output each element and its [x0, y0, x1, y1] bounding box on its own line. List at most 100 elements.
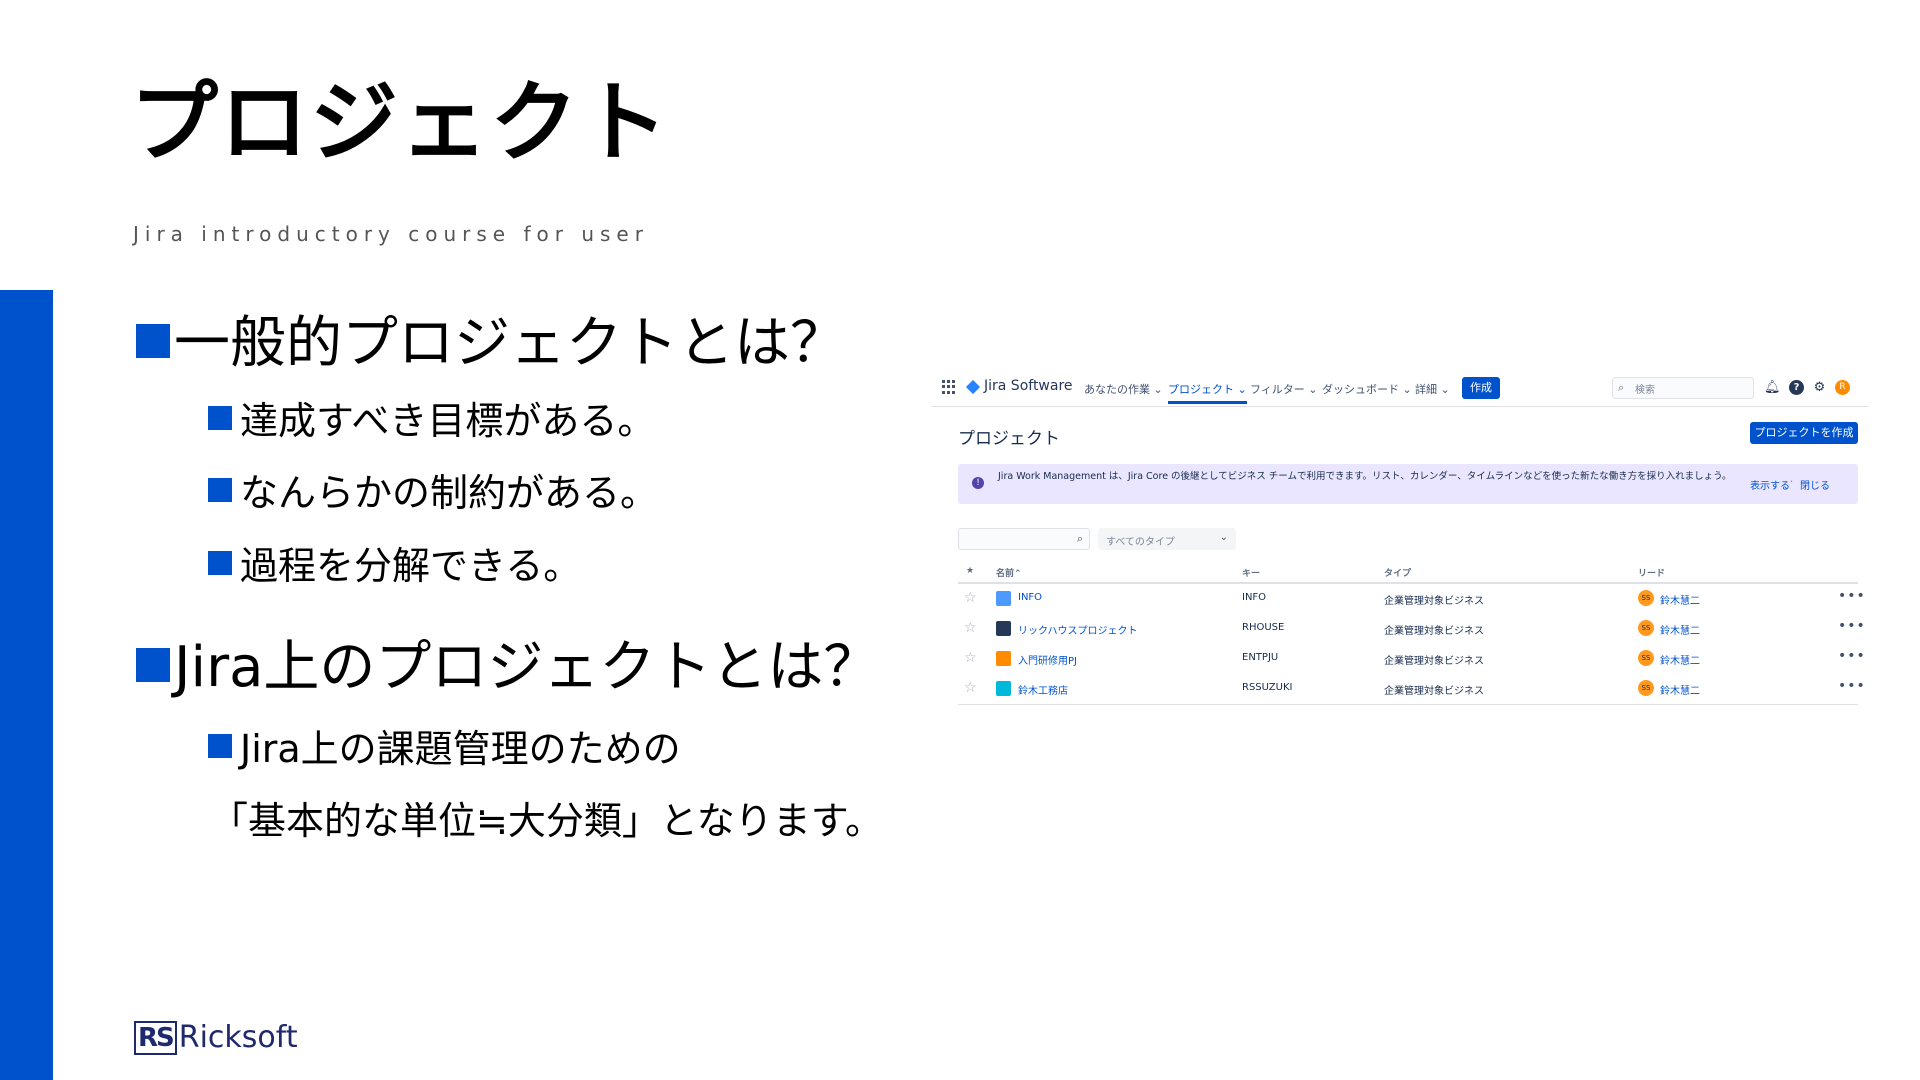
project-lead-link[interactable]: 鈴木慧二	[1660, 682, 1700, 697]
bullet-text: 過程を分解できる。	[240, 544, 582, 588]
notification-icon[interactable]: 🔔︎	[1764, 380, 1781, 395]
bullet-goal: 達成すべき目標がある。	[208, 390, 655, 445]
bullet-text: 一般的プロジェクトとは？	[174, 311, 846, 376]
more-actions-icon[interactable]: •••	[1838, 588, 1866, 604]
star-column-icon: ★	[966, 566, 975, 576]
project-type: 企業管理対象ビジネス	[1384, 596, 1484, 607]
project-name-link[interactable]: INFO	[1018, 592, 1042, 603]
jira-top-nav: Jira Software あなたの作業 ⌄ プロジェクト ⌄ フィルター ⌄ …	[932, 372, 1868, 407]
project-type: 企業管理対象ビジネス	[1384, 686, 1484, 697]
banner-text: Jira Work Management は、Jira Core の後継としてビ…	[998, 471, 1732, 482]
project-search-input[interactable]: ⌕	[958, 528, 1090, 550]
bullet-square-icon	[208, 733, 232, 758]
logo-mark: RS	[134, 1020, 177, 1055]
column-key[interactable]: キー	[1242, 566, 1260, 579]
nav-label: フィルター	[1250, 383, 1305, 396]
star-icon[interactable]: ☆	[964, 650, 977, 666]
info-banner: ! Jira Work Management は、Jira Core の後継とし…	[958, 464, 1858, 504]
project-avatar-icon	[996, 591, 1011, 606]
column-lead[interactable]: リード	[1638, 566, 1665, 579]
column-type[interactable]: タイプ	[1384, 566, 1411, 579]
nav-label: ダッシュボード	[1322, 383, 1399, 396]
project-key: RHOUSE	[1242, 622, 1285, 633]
chevron-down-icon: ⌄	[1308, 383, 1318, 396]
search-icon: ⌕	[1076, 532, 1083, 545]
column-name[interactable]: 名前⌃	[996, 566, 1022, 579]
more-actions-icon[interactable]: •••	[1838, 678, 1866, 694]
search-input[interactable]: ⌕ 検索	[1612, 377, 1754, 399]
jira-screenshot: Jira Software あなたの作業 ⌄ プロジェクト ⌄ フィルター ⌄ …	[932, 372, 1868, 712]
nav-filters[interactable]: フィルター ⌄	[1250, 381, 1318, 397]
table-header: ★ 名前⌃ キー タイプ リード	[958, 564, 1858, 584]
more-actions-icon[interactable]: •••	[1838, 648, 1866, 664]
project-name-link[interactable]: 鈴木工務店	[1018, 682, 1068, 697]
project-type: 企業管理対象ビジネス	[1384, 626, 1484, 637]
separator: ·	[1790, 477, 1794, 488]
project-lead-link[interactable]: 鈴木慧二	[1660, 592, 1700, 607]
nav-dashboards[interactable]: ダッシュボード ⌄	[1322, 381, 1412, 397]
left-accent-bar	[0, 290, 53, 1080]
chevron-down-icon: ⌄	[1440, 383, 1450, 396]
search-placeholder: 検索	[1635, 385, 1655, 396]
logo-text: Ricksoft	[178, 1020, 298, 1055]
project-avatar-icon	[996, 651, 1011, 666]
help-icon[interactable]: ?	[1789, 380, 1804, 395]
table-row: ☆ INFO INFO 企業管理対象ビジネス SS 鈴木慧二 •••	[958, 584, 1865, 614]
star-icon[interactable]: ☆	[964, 680, 977, 696]
project-name-link[interactable]: 入門研修用PJ	[1018, 652, 1077, 667]
bullet-square-icon	[136, 647, 170, 682]
nav-projects[interactable]: プロジェクト ⌄	[1168, 381, 1247, 404]
chevron-down-icon: ⌄	[1237, 383, 1247, 396]
create-project-button[interactable]: プロジェクトを作成	[1750, 422, 1858, 444]
type-filter-select[interactable]: すべてのタイプ ⌄	[1098, 528, 1236, 550]
bullet-text: なんらかの制約がある。	[240, 471, 659, 515]
bullet-square-icon	[208, 477, 232, 502]
star-icon[interactable]: ☆	[964, 590, 977, 606]
project-lead-link[interactable]: 鈴木慧二	[1660, 622, 1700, 637]
bullet-text: Jira上の課題管理のための	[240, 727, 681, 771]
banner-show-link[interactable]: 表示する	[1750, 477, 1790, 492]
user-avatar[interactable]: R	[1835, 380, 1850, 395]
chevron-down-icon: ⌄	[1153, 383, 1163, 396]
info-icon: !	[972, 477, 984, 489]
lead-avatar: SS	[1638, 680, 1654, 696]
slide-subtitle: Jira introductory course for user	[133, 222, 649, 246]
banner-close-link[interactable]: 閉じる	[1800, 477, 1830, 492]
nav-your-work[interactable]: あなたの作業 ⌄	[1084, 381, 1163, 397]
column-label: 名前	[996, 569, 1015, 579]
projects-page-title: プロジェクト	[958, 429, 1060, 449]
nav-label: 詳細	[1415, 383, 1437, 396]
bullet-square-icon	[208, 405, 232, 430]
project-key: RSSUZUKI	[1242, 682, 1293, 693]
create-button[interactable]: 作成	[1462, 377, 1500, 399]
table-row: ☆ 鈴木工務店 RSSUZUKI 企業管理対象ビジネス SS 鈴木慧二 •••	[958, 674, 1865, 705]
project-lead-link[interactable]: 鈴木慧二	[1660, 652, 1700, 667]
star-icon[interactable]: ☆	[964, 620, 977, 636]
chevron-down-icon: ⌄	[1219, 532, 1228, 543]
nav-more[interactable]: 詳細 ⌄	[1415, 381, 1450, 397]
lead-avatar: SS	[1638, 590, 1654, 606]
project-name-link[interactable]: リックハウスプロジェクト	[1018, 622, 1138, 637]
project-key: INFO	[1242, 592, 1267, 603]
search-icon: ⌕	[1618, 381, 1625, 394]
slide-title: プロジェクト	[130, 71, 671, 174]
bullet-square-icon	[136, 323, 170, 358]
table-row: ☆ 入門研修用PJ ENTPJU 企業管理対象ビジネス SS 鈴木慧二 •••	[958, 644, 1865, 674]
jira-logo-icon	[965, 379, 981, 395]
project-key: ENTPJU	[1242, 652, 1279, 663]
nav-label: プロジェクト	[1168, 383, 1234, 396]
bullet-square-icon	[208, 550, 232, 575]
bullet-text: 達成すべき目標がある。	[240, 399, 656, 443]
jira-brand[interactable]: Jira Software	[984, 378, 1073, 394]
lead-avatar: SS	[1638, 650, 1654, 666]
lead-avatar: SS	[1638, 620, 1654, 636]
more-actions-icon[interactable]: •••	[1838, 618, 1866, 634]
bullet-decompose: 過程を分解できる。	[208, 535, 581, 590]
bullet-text: Jira上のプロジェクトとは？	[174, 635, 880, 700]
ricksoft-logo: RS Ricksoft	[134, 1020, 298, 1055]
table-row: ☆ リックハウスプロジェクト RHOUSE 企業管理対象ビジネス SS 鈴木慧二…	[958, 614, 1865, 644]
project-type: 企業管理対象ビジネス	[1384, 656, 1484, 667]
app-switcher-icon[interactable]	[942, 380, 956, 394]
project-avatar-icon	[996, 621, 1011, 636]
gear-icon[interactable]: ⚙	[1812, 380, 1827, 395]
